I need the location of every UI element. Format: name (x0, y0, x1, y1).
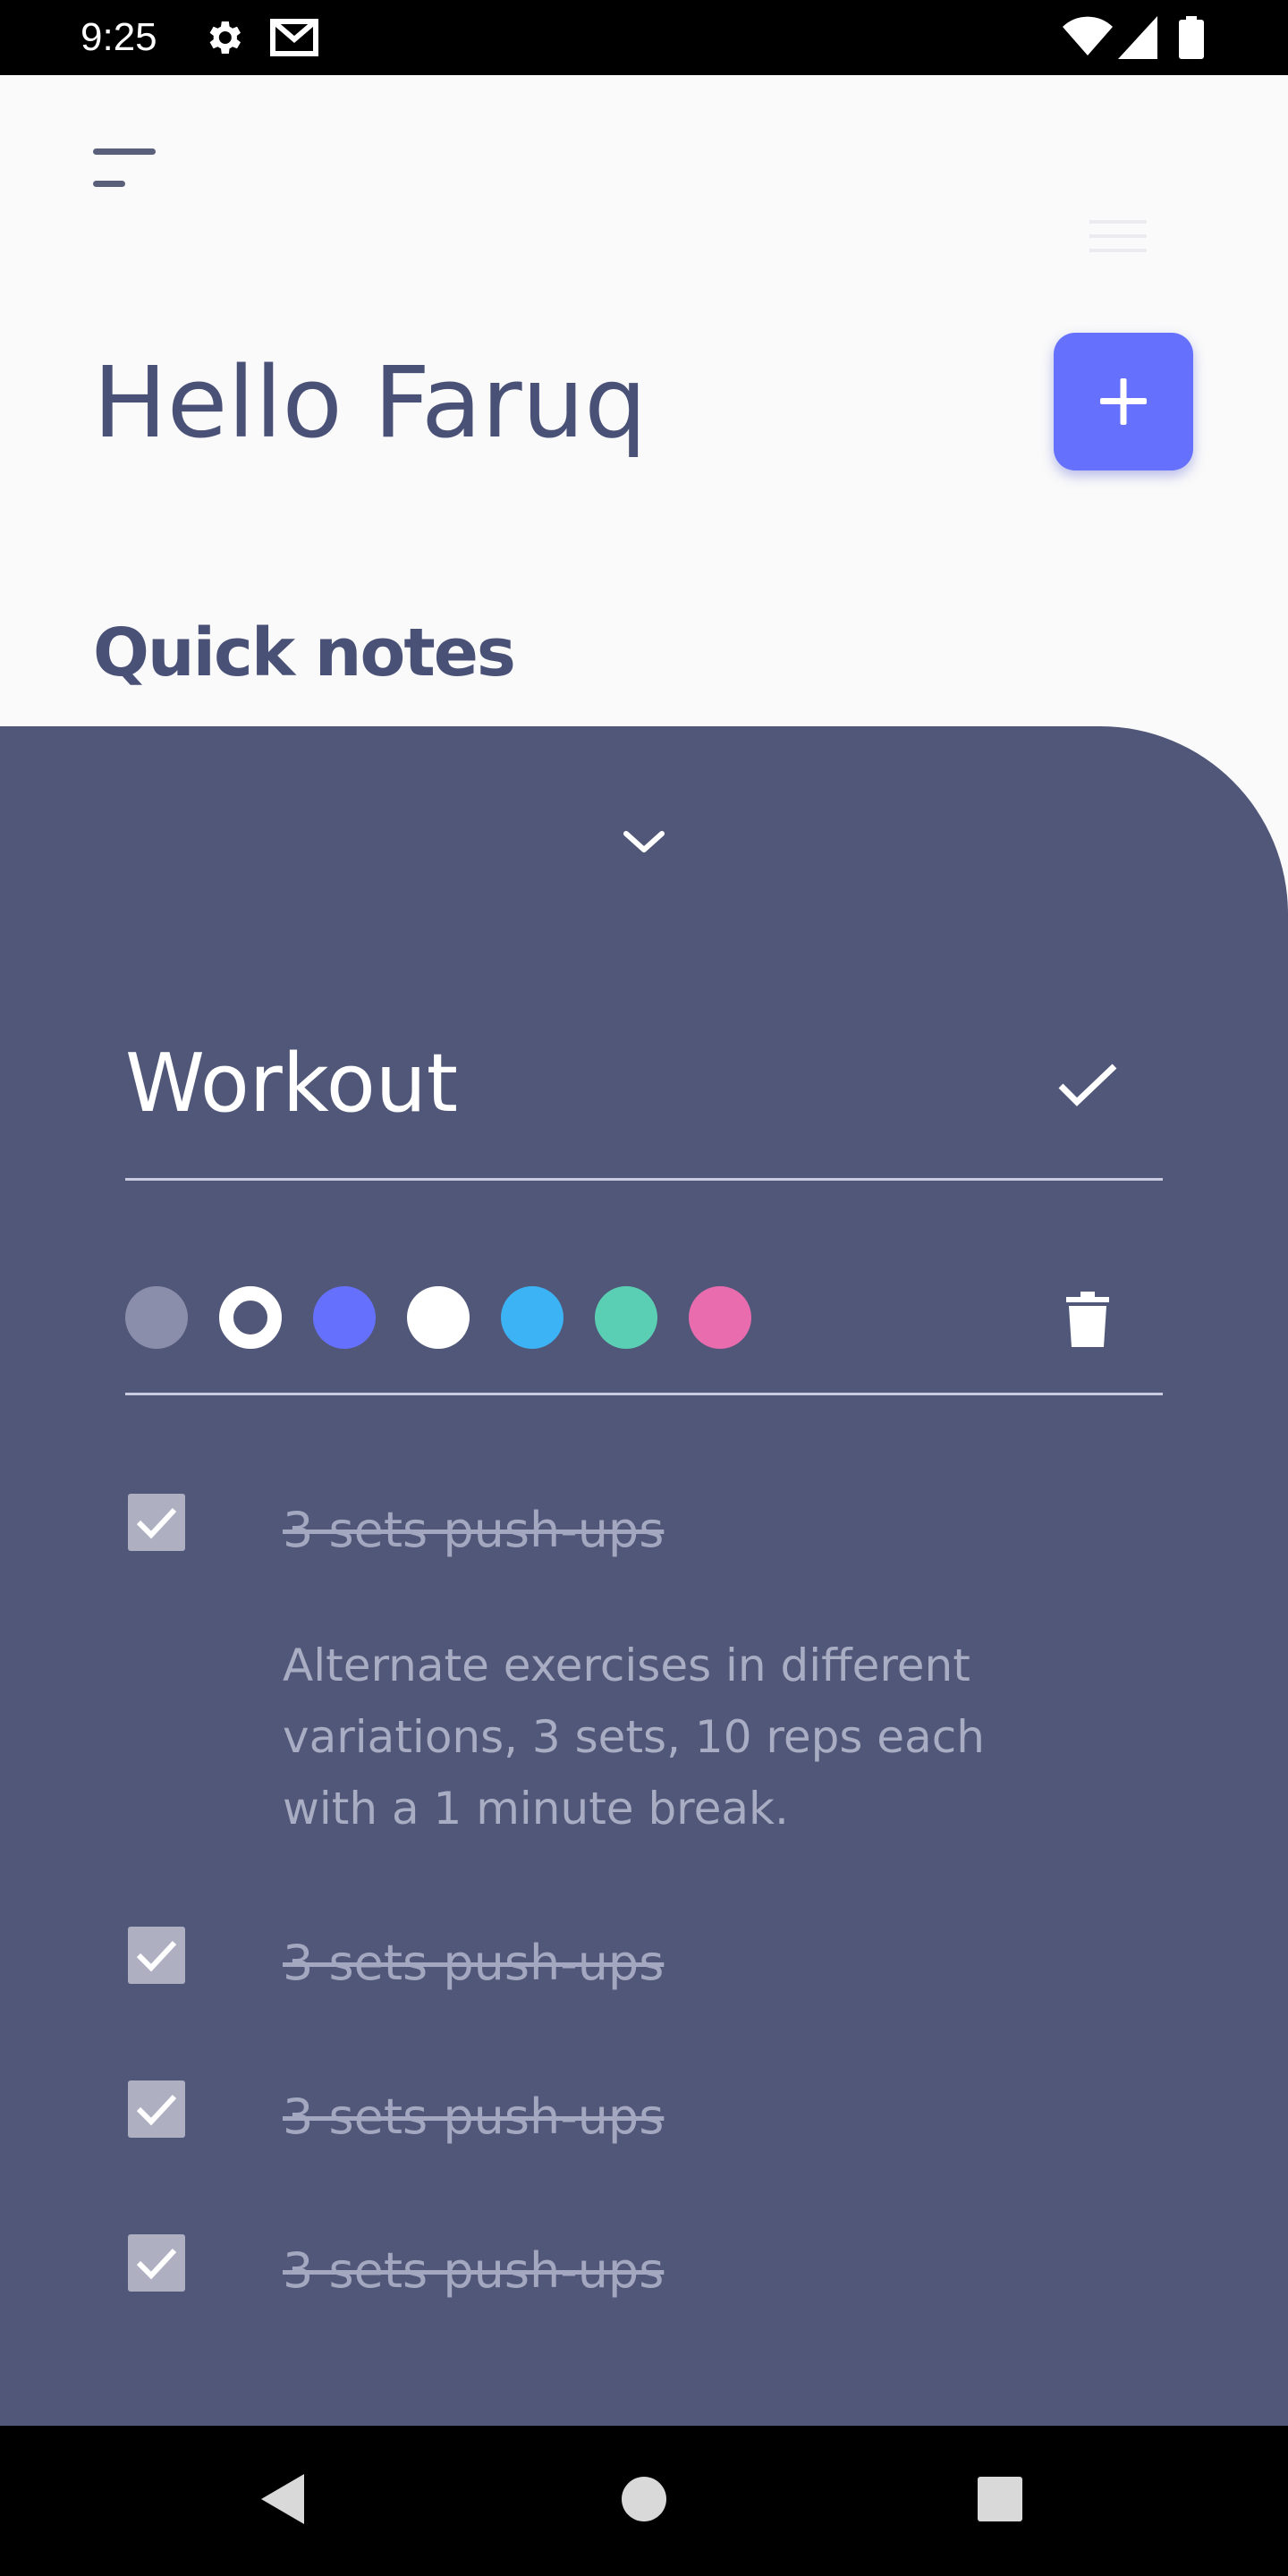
title-underline (125, 1178, 1163, 1181)
collapse-button[interactable] (617, 825, 671, 860)
plus-icon (1100, 378, 1147, 425)
task-checkbox[interactable] (128, 1494, 185, 1551)
greeting-title: Hello Faruq (93, 345, 648, 460)
status-bar: 9:25 (0, 0, 1288, 75)
note-title-input[interactable]: Workout (125, 1030, 912, 1138)
task-description[interactable]: Alternate exercises in different variati… (283, 1630, 1052, 1844)
gmail-icon (270, 16, 318, 63)
color-swatch-white[interactable] (407, 1286, 470, 1349)
color-swatch-teal[interactable] (595, 1286, 657, 1349)
chevron-down-icon (623, 831, 665, 852)
gear-icon (202, 16, 245, 63)
list-icon (1089, 220, 1147, 252)
menu-lines-icon (93, 148, 156, 187)
color-swatch-pink[interactable] (689, 1286, 751, 1349)
task-checkbox[interactable] (128, 2234, 185, 2292)
list-view-button[interactable] (1084, 215, 1152, 261)
confirm-button[interactable] (1054, 1057, 1122, 1113)
color-swatch-sky[interactable] (501, 1286, 564, 1349)
task-label[interactable]: 3 sets push-ups (283, 1932, 664, 1995)
home-icon[interactable] (621, 2470, 667, 2531)
battery-icon (1179, 16, 1204, 63)
checkmark-icon (136, 2094, 177, 2126)
task-checkbox[interactable] (128, 2080, 185, 2138)
color-swatch-gray[interactable] (125, 1286, 188, 1349)
check-icon (1058, 1063, 1117, 1106)
task-label[interactable]: 3 sets push-ups (283, 2086, 664, 2148)
wifi-icon (1063, 16, 1113, 63)
checkmark-icon (136, 2248, 177, 2280)
system-nav-bar (0, 2426, 1288, 2576)
color-swatch-selected[interactable] (219, 1286, 282, 1349)
signal-icon (1118, 16, 1157, 63)
add-note-button[interactable] (1054, 333, 1193, 470)
back-icon[interactable] (258, 2470, 308, 2531)
menu-button[interactable] (89, 145, 161, 199)
section-title: Quick notes (93, 614, 516, 691)
note-editor-sheet: Workout 3 sets push-ups Alternate exerci… (0, 726, 1288, 2426)
swatch-divider (125, 1393, 1163, 1395)
checkmark-icon (136, 1940, 177, 1972)
task-label[interactable]: 3 sets push-ups (283, 1499, 664, 1562)
status-time: 9:25 (80, 15, 157, 59)
task-label[interactable]: 3 sets push-ups (283, 2240, 664, 2302)
task-checkbox[interactable] (128, 1927, 185, 1984)
trash-icon (1066, 1292, 1109, 1347)
color-swatch-indigo[interactable] (313, 1286, 376, 1349)
checkmark-icon (136, 1507, 177, 1539)
delete-note-button[interactable] (1064, 1290, 1111, 1349)
recents-icon[interactable] (975, 2470, 1025, 2531)
